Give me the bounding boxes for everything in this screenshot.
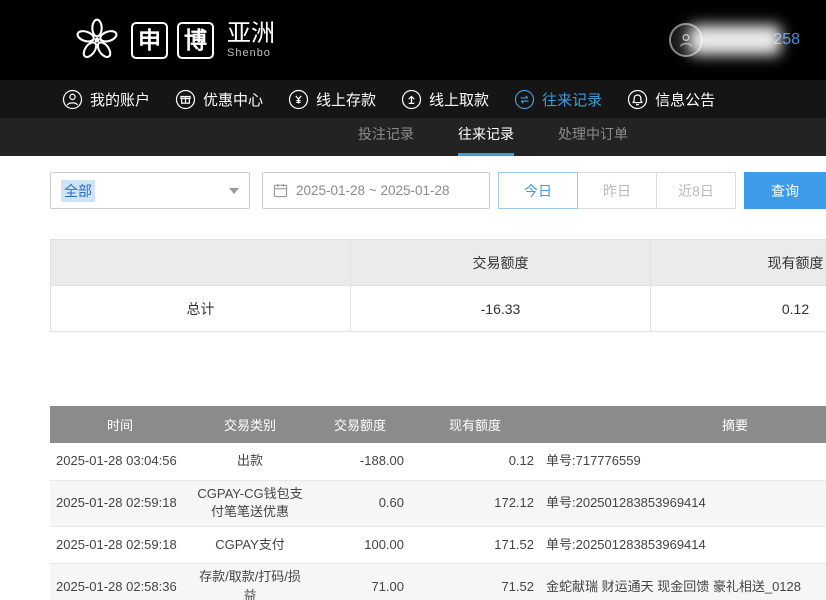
cell-time: 2025-01-28 02:59:18 xyxy=(50,527,190,564)
tab-pending-orders[interactable]: 处理中订单 xyxy=(558,124,628,156)
quick-date-buttons: 今日 昨日 近8日 xyxy=(498,172,736,209)
date-range-value: 2025-01-28 ~ 2025-01-28 xyxy=(296,183,450,198)
cell-amount: 71.00 xyxy=(310,564,410,600)
nav-item-label: 信息公告 xyxy=(655,89,715,110)
type-select-value: 全部 xyxy=(61,180,95,202)
filter-bar: 全部 2025-01-28 ~ 2025-01-28 今日 昨日 近8日 查询 xyxy=(50,172,826,209)
table-row: 2025-01-28 02:58:36 存款/取款/打码/损益 71.00 71… xyxy=(50,564,826,600)
nav-item-label: 线上取款 xyxy=(429,89,489,110)
summary-total-label: 总计 xyxy=(51,286,351,332)
nav-item-promotions[interactable]: 优惠中心 xyxy=(175,89,263,110)
cell-balance: 171.52 xyxy=(410,527,540,564)
summary-table: 交易额度 现有额度 总计 -16.33 0.12 xyxy=(50,239,826,332)
cell-balance: 71.52 xyxy=(410,564,540,600)
bell-icon xyxy=(627,89,648,110)
brand-region: 亚洲 xyxy=(227,21,275,46)
gift-icon xyxy=(175,89,196,110)
tab-transaction-records[interactable]: 往来记录 xyxy=(458,124,514,156)
sub-nav: 投注记录 往来记录 处理中订单 xyxy=(0,118,826,156)
records-header-row: 时间 交易类别 交易额度 现有额度 摘要 xyxy=(50,406,826,443)
transfer-records-icon xyxy=(514,89,535,110)
brand-char-2: 博 xyxy=(177,22,214,59)
user-account-area[interactable]: 258 xyxy=(669,23,800,57)
table-row: 2025-01-28 02:59:18 CGPAY-CG钱包支付笔笔送优惠 0.… xyxy=(50,480,826,527)
summary-header-row: 交易额度 现有额度 xyxy=(51,240,826,286)
main-nav: 我的账户 优惠中心 线上存款 线上取款 往来记录 xyxy=(0,80,826,118)
calendar-icon xyxy=(273,183,288,198)
records-table-wrapper: 时间 交易类别 交易额度 现有额度 摘要 2025-01-28 03:04:56… xyxy=(50,406,826,600)
brand-logo: 申 博 亚洲 Shenbo xyxy=(72,15,275,65)
cell-balance: 0.12 xyxy=(410,443,540,480)
deposit-coin-icon xyxy=(288,89,309,110)
summary-table-wrapper: 交易额度 现有额度 总计 -16.33 0.12 xyxy=(50,239,826,332)
cell-amount: 100.00 xyxy=(310,527,410,564)
summary-total-amount: -16.33 xyxy=(351,286,651,332)
user-icon xyxy=(62,89,83,110)
cell-type: 存款/取款/打码/损益 xyxy=(190,564,310,600)
redacted-username xyxy=(689,25,781,55)
table-row: 2025-01-28 03:04:56 出款 -188.00 0.12 单号:7… xyxy=(50,443,826,480)
cell-type: CGPAY支付 xyxy=(190,527,310,564)
type-select[interactable]: 全部 xyxy=(50,172,250,209)
cell-amount: -188.00 xyxy=(310,443,410,480)
brand-region-block: 亚洲 Shenbo xyxy=(227,21,275,58)
records-table: 时间 交易类别 交易额度 现有额度 摘要 2025-01-28 03:04:56… xyxy=(50,406,826,600)
nav-item-announcements[interactable]: 信息公告 xyxy=(627,89,715,110)
summary-header-balance: 现有额度 xyxy=(651,240,826,286)
nav-item-label: 线上存款 xyxy=(316,89,376,110)
nav-item-label: 往来记录 xyxy=(542,89,602,110)
col-header-note: 摘要 xyxy=(540,406,826,443)
cell-type: CGPAY-CG钱包支付笔笔送优惠 xyxy=(190,480,310,527)
cell-note: 金蛇献瑞 财运通天 现金回馈 豪礼相送_0128 xyxy=(540,564,826,600)
yesterday-button[interactable]: 昨日 xyxy=(577,172,657,209)
chevron-down-icon xyxy=(229,188,239,194)
nav-item-label: 优惠中心 xyxy=(203,89,263,110)
summary-header-blank xyxy=(51,240,351,286)
cell-amount: 0.60 xyxy=(310,480,410,527)
col-header-balance: 现有额度 xyxy=(410,406,540,443)
cell-note: 单号:202501283853969414 xyxy=(540,527,826,564)
last-8-days-button[interactable]: 近8日 xyxy=(656,172,736,209)
cell-time: 2025-01-28 02:59:18 xyxy=(50,480,190,527)
cell-time: 2025-01-28 02:58:36 xyxy=(50,564,190,600)
brand-char-1: 申 xyxy=(131,22,168,59)
top-header: 申 博 亚洲 Shenbo 258 xyxy=(0,0,826,80)
tab-bet-records[interactable]: 投注记录 xyxy=(358,124,414,156)
summary-total-balance: 0.12 xyxy=(651,286,826,332)
col-header-time: 时间 xyxy=(50,406,190,443)
summary-total-row: 总计 -16.33 0.12 xyxy=(51,286,826,332)
cell-note: 单号:202501283853969414 xyxy=(540,480,826,527)
cell-balance: 172.12 xyxy=(410,480,540,527)
search-button[interactable]: 查询 xyxy=(744,172,826,209)
nav-item-deposit[interactable]: 线上存款 xyxy=(288,89,376,110)
page: 申 博 亚洲 Shenbo 258 我的账户 xyxy=(0,0,826,600)
withdraw-coin-icon xyxy=(401,89,422,110)
cell-time: 2025-01-28 03:04:56 xyxy=(50,443,190,480)
content-area: 全部 2025-01-28 ~ 2025-01-28 今日 昨日 近8日 查询 xyxy=(0,172,826,600)
summary-header-amount: 交易额度 xyxy=(351,240,651,286)
nav-item-transaction-records[interactable]: 往来记录 xyxy=(514,89,602,110)
nav-item-withdraw[interactable]: 线上取款 xyxy=(401,89,489,110)
cell-note: 单号:717776559 xyxy=(540,443,826,480)
col-header-amount: 交易额度 xyxy=(310,406,410,443)
today-button[interactable]: 今日 xyxy=(498,172,578,209)
table-row: 2025-01-28 02:59:18 CGPAY支付 100.00 171.5… xyxy=(50,527,826,564)
nav-item-label: 我的账户 xyxy=(90,89,150,110)
cell-type: 出款 xyxy=(190,443,310,480)
date-range-input[interactable]: 2025-01-28 ~ 2025-01-28 xyxy=(262,172,490,209)
col-header-type: 交易类别 xyxy=(190,406,310,443)
nav-item-my-account[interactable]: 我的账户 xyxy=(62,89,150,110)
brand-subtitle: Shenbo xyxy=(227,47,275,59)
flower-logo-icon xyxy=(72,15,122,65)
